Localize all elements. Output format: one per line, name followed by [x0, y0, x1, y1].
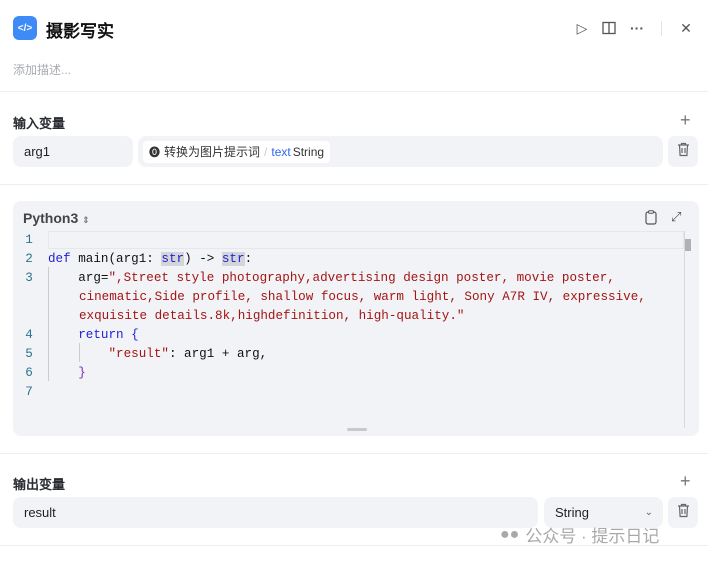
delete-input-button[interactable] [668, 136, 698, 167]
language-selector[interactable]: Python3 ⇕ [23, 210, 90, 226]
trash-icon [677, 142, 690, 162]
output-section-label: 输出变量 [13, 477, 66, 492]
active-line [48, 231, 684, 249]
source-node-name: 转换为图片提示词 [164, 145, 261, 159]
watermark: ●● 公众号 · 提示日记 [500, 522, 659, 547]
chevron-down-icon: ⌄ [644, 507, 653, 518]
code-editor[interactable]: Python3 ⇕ ⤢ 1 2 3 4 5 6 7 def main(arg1:… [13, 201, 699, 436]
input-value-selector[interactable]: ⓿ 转换为图片提示词 / text String [138, 136, 663, 167]
copy-icon[interactable] [645, 210, 657, 228]
line-number: 7 [25, 385, 33, 399]
trash-icon [677, 503, 690, 523]
line-number: 6 [25, 366, 33, 380]
node-title[interactable]: 摄影写实 [46, 17, 114, 42]
line-number: 5 [25, 347, 33, 361]
expand-icon[interactable]: ⤢ [671, 209, 681, 225]
field-type: String [292, 144, 325, 159]
language-label: Python3 [23, 210, 79, 226]
input-name: arg1 [24, 144, 51, 159]
play-icon[interactable]: ▷ [574, 20, 590, 36]
wechat-icon: ●● [500, 525, 520, 543]
input-name-field[interactable]: arg1 [13, 136, 133, 167]
output-name: result [24, 505, 56, 520]
more-icon[interactable]: ··· [629, 20, 645, 36]
scrollbar-track [684, 231, 685, 428]
line-number: 1 [25, 233, 33, 247]
code-node-icon: </> [13, 16, 37, 40]
node-icon: ⓿ [149, 146, 160, 159]
watermark-text: 公众号 · 提示日记 [525, 527, 660, 546]
delete-output-button[interactable] [668, 497, 698, 528]
divider [661, 21, 662, 36]
line-number: 4 [25, 328, 33, 342]
line-number: 2 [25, 252, 33, 266]
sort-icon: ⇕ [82, 215, 90, 225]
code-line: arg=",Street style photography,advertisi… [48, 271, 615, 285]
output-type: String [555, 505, 589, 520]
separator: / [264, 144, 268, 159]
scrollbar-thumb[interactable] [685, 239, 691, 251]
divider [0, 91, 708, 92]
output-name-field[interactable]: result [13, 497, 538, 528]
input-section-label: 输入变量 [13, 116, 66, 131]
add-input-icon[interactable]: + [680, 111, 691, 129]
code-line: } [48, 366, 86, 380]
variable-reference-chip[interactable]: ⓿ 转换为图片提示词 / text String [143, 140, 331, 163]
code-line: "result": arg1 + arg, [108, 347, 268, 361]
resize-handle[interactable] [347, 428, 367, 431]
code-line: return { [48, 328, 139, 342]
book-icon[interactable] [601, 20, 617, 36]
add-output-icon[interactable]: + [680, 472, 691, 490]
close-icon[interactable]: ✕ [678, 20, 694, 36]
code-line-wrap: exquisite details.8k,highdefinition, hig… [79, 309, 465, 323]
field-name: text [271, 144, 291, 159]
code-line-wrap: cinematic,Side profile, shallow focus, w… [79, 290, 646, 304]
description-input[interactable]: 添加描述... [13, 61, 71, 78]
divider [0, 453, 708, 454]
divider [0, 184, 708, 185]
code-line: def main(arg1: str) -> str: [48, 252, 253, 266]
line-number: 3 [25, 271, 33, 285]
